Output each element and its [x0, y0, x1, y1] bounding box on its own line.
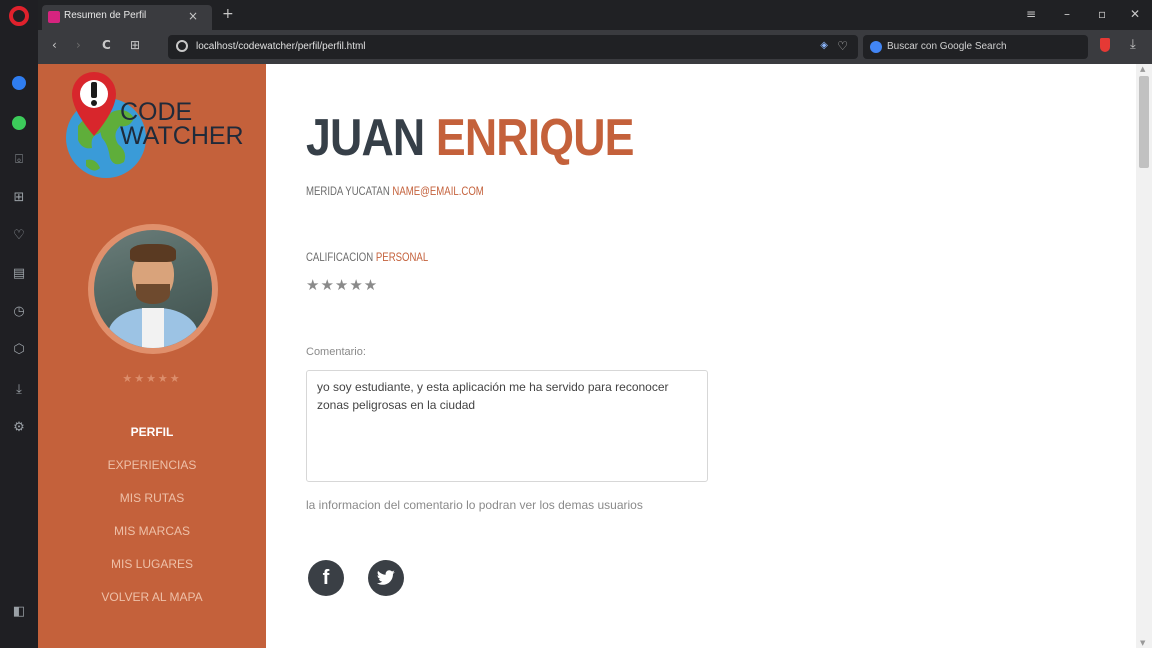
location-text: MERIDA YUCATAN — [306, 184, 390, 198]
menu-icon[interactable]: ≡ — [1026, 7, 1036, 21]
profile-main: JUAN ENRIQUE MERIDA YUCATAN NAME@EMAIL.C… — [266, 64, 1136, 648]
sidebar-toggle-icon[interactable]: ◧ — [10, 602, 28, 620]
twitter-icon[interactable] — [368, 560, 404, 596]
vpn-icon[interactable]: ◈ — [820, 40, 828, 51]
rating-heading-word2: PERSONAL — [375, 250, 429, 264]
profile-photo — [94, 230, 212, 348]
facebook-glyph: f — [322, 566, 330, 589]
tab-strip: Resumen de Perfil × + ≡ – ▫ ✕ — [38, 0, 1152, 30]
logo-text-watcher: WATCHER — [120, 122, 244, 150]
history-icon[interactable]: ◷ — [10, 302, 28, 320]
camera-icon[interactable]: ⌻ — [10, 150, 28, 168]
opera-sidebar: ⌻ ⊞ ♡ ▤ ◷ ⬡ ⤓ ⚙ ◧ — [0, 0, 38, 648]
site-info-icon[interactable] — [176, 40, 188, 52]
avatar-beard — [136, 284, 170, 304]
ad-block-shield-icon[interactable] — [1100, 38, 1110, 52]
first-name: JUAN — [306, 109, 425, 167]
close-window-button[interactable]: ✕ — [1130, 7, 1140, 21]
address-toolbar: ‹ › C ⊞ localhost/codewatcher/perfil/per… — [38, 30, 1152, 64]
twitter-bird-icon — [376, 570, 395, 585]
nav-item-perfil[interactable]: PERFIL — [38, 416, 266, 449]
avatar-tee — [142, 308, 164, 348]
page-scrollbar[interactable]: ▲ ▼ — [1136, 64, 1152, 648]
scroll-up-arrow-icon[interactable]: ▲ — [1140, 65, 1145, 73]
avatar — [88, 224, 218, 354]
opera-logo-icon[interactable] — [9, 6, 29, 26]
news-icon[interactable]: ▤ — [10, 264, 28, 282]
personal-star-rating[interactable]: ★★★★★ — [306, 276, 378, 294]
rating-heading-word1: CALIFICACION — [306, 250, 374, 264]
tab-title: Resumen de Perfil — [64, 10, 147, 21]
sidebar-star-rating: ★★★★★ — [122, 372, 182, 385]
back-button[interactable]: ‹ — [52, 38, 57, 52]
page-viewport: CODE WATCHER ★★★★★ PERFIL EXPERIENCIAS M… — [38, 64, 1152, 648]
address-bar[interactable]: localhost/codewatcher/perfil/perfil.html… — [168, 35, 858, 59]
email-link[interactable]: NAME@EMAIL.COM — [392, 184, 483, 198]
new-tab-button[interactable]: + — [222, 6, 234, 22]
comment-label: Comentario: — [306, 346, 366, 358]
nav-item-mis-rutas[interactable]: MIS RUTAS — [38, 482, 266, 515]
last-name: ENRIQUE — [435, 109, 635, 167]
profile-sidebar: CODE WATCHER ★★★★★ PERFIL EXPERIENCIAS M… — [38, 64, 266, 648]
messenger-icon[interactable] — [12, 76, 26, 90]
comment-help-text: la informacion del comentario lo podran … — [306, 498, 643, 512]
download-icon[interactable]: ⤓ — [10, 380, 28, 398]
nav-item-mis-marcas[interactable]: MIS MARCAS — [38, 515, 266, 548]
scrollbar-thumb[interactable] — [1139, 76, 1149, 168]
whatsapp-icon[interactable] — [12, 116, 26, 130]
nav-item-volver-al-mapa[interactable]: VOLVER AL MAPA — [38, 581, 266, 614]
search-input[interactable]: Buscar con Google Search — [863, 35, 1088, 59]
tab-profile-summary[interactable]: Resumen de Perfil × — [42, 5, 212, 30]
forward-button[interactable]: › — [76, 38, 81, 52]
url-text[interactable]: localhost/codewatcher/perfil/perfil.html — [196, 41, 366, 52]
codewatcher-logo[interactable]: CODE WATCHER — [64, 68, 254, 186]
downloads-icon[interactable]: ⤓ — [1130, 37, 1136, 52]
bookmark-heart-icon[interactable]: ♡ — [837, 39, 848, 53]
minimize-button[interactable]: – — [1064, 7, 1070, 21]
speed-dial-button[interactable]: ⊞ — [130, 38, 140, 52]
tab-favicon-icon — [48, 11, 60, 23]
scroll-down-arrow-icon[interactable]: ▼ — [1140, 639, 1145, 647]
facebook-icon[interactable]: f — [308, 560, 344, 596]
maximize-button[interactable]: ▫ — [1098, 7, 1106, 21]
nav-item-mis-lugares[interactable]: MIS LUGARES — [38, 548, 266, 581]
box-icon[interactable]: ⬡ — [10, 340, 28, 358]
tab-close-icon[interactable]: × — [188, 9, 198, 23]
heart-icon[interactable]: ♡ — [10, 226, 28, 244]
google-icon — [870, 41, 882, 53]
search-placeholder: Buscar con Google Search — [887, 41, 1007, 52]
settings-icon[interactable]: ⚙ — [10, 418, 28, 436]
profile-nav: PERFIL EXPERIENCIAS MIS RUTAS MIS MARCAS… — [38, 416, 266, 614]
comment-textarea[interactable]: yo soy estudiante, y esta aplicación me … — [306, 370, 708, 482]
nav-item-experiencias[interactable]: EXPERIENCIAS — [38, 449, 266, 482]
contact-line: MERIDA YUCATAN NAME@EMAIL.COM — [306, 184, 484, 198]
reload-button[interactable]: C — [102, 38, 111, 52]
speed-dial-icon[interactable]: ⊞ — [10, 188, 28, 206]
avatar-hair — [130, 244, 176, 262]
rating-heading: CALIFICACION PERSONAL — [306, 250, 428, 264]
profile-name: JUAN ENRIQUE — [306, 108, 634, 168]
logo-text-code: CODE — [120, 98, 193, 126]
